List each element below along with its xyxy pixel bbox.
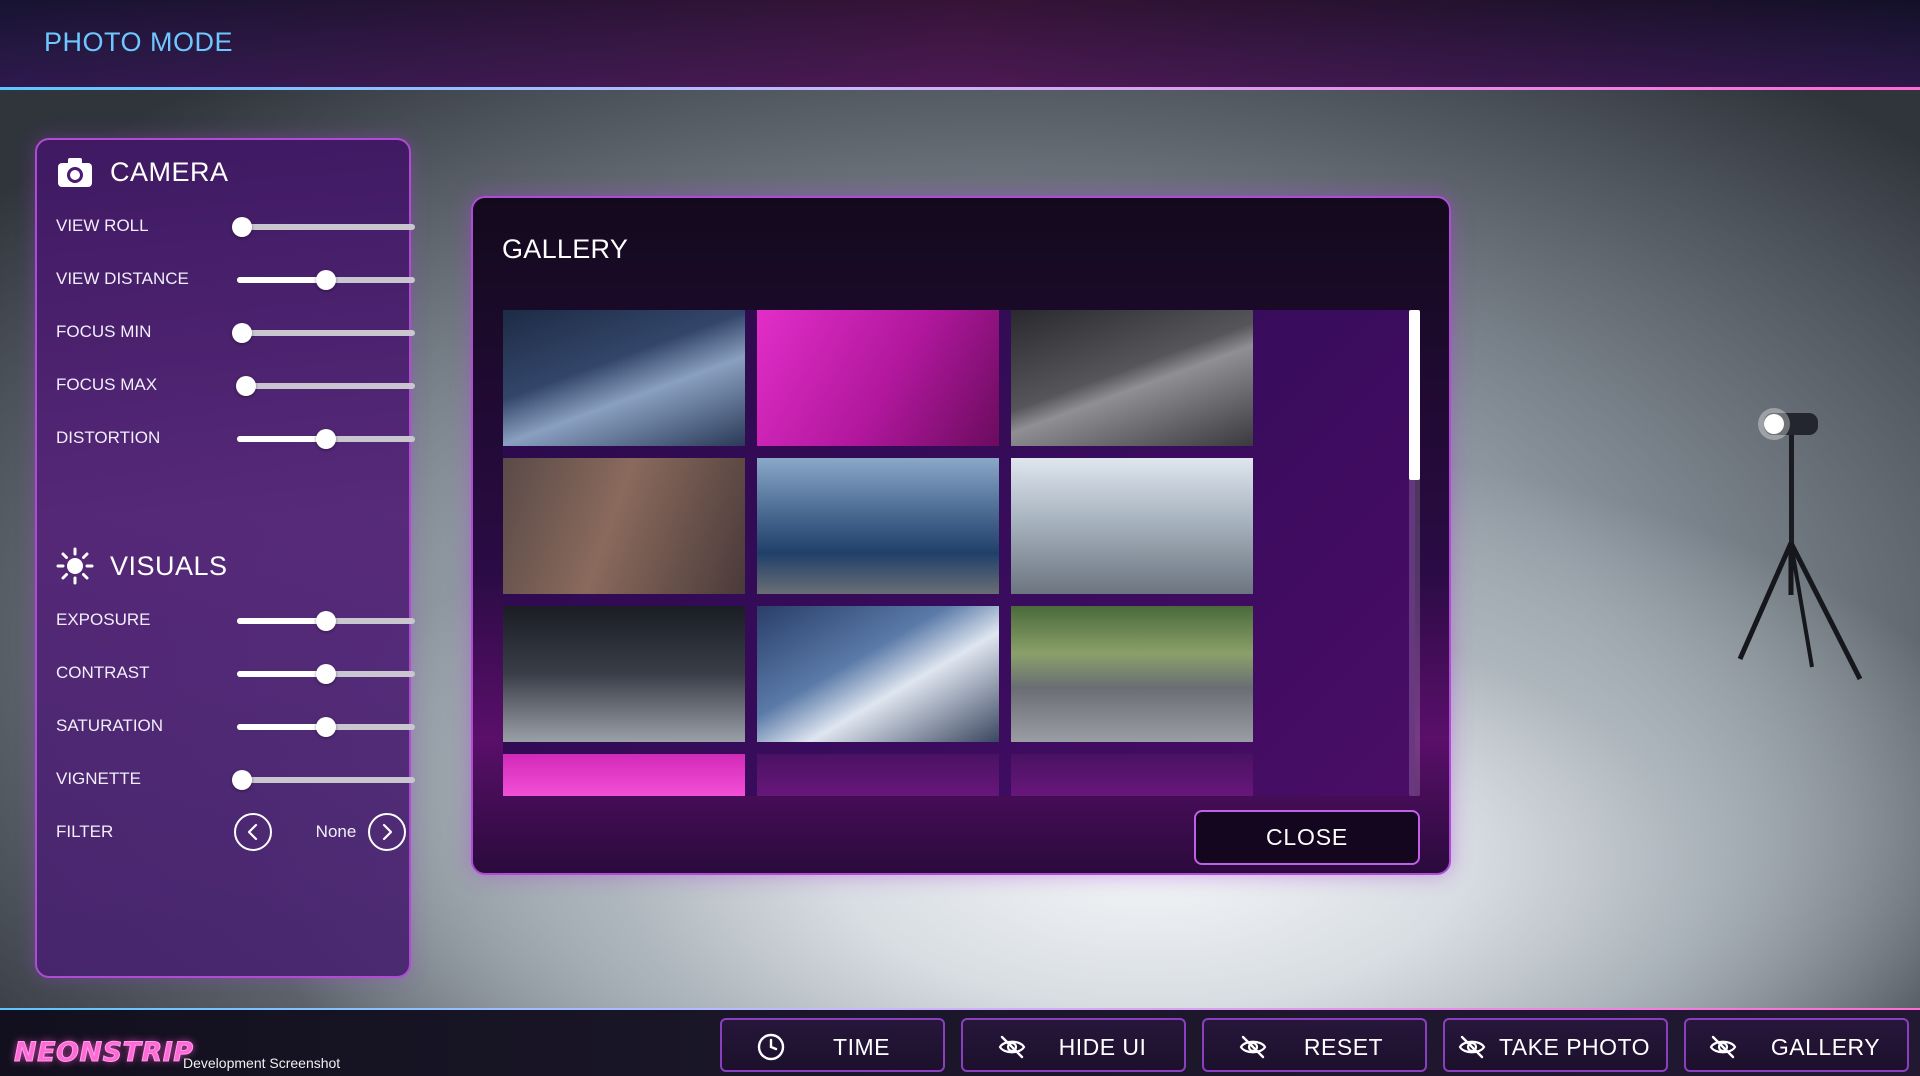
slider-label: DISTORTION <box>56 428 161 447</box>
thumb-motorcycle[interactable] <box>1011 606 1253 742</box>
visuals-section-header: VISUALS <box>56 547 228 585</box>
thumb-hallway[interactable] <box>1011 310 1253 446</box>
slider-label: VIEW ROLL <box>56 216 149 235</box>
slider-handle[interactable] <box>232 770 253 790</box>
thumb-blue-skirt[interactable] <box>757 458 999 594</box>
hide-ui-button-label: HIDE UI <box>1058 1034 1147 1060</box>
light-stand-prop <box>1737 408 1863 681</box>
slider-fill <box>237 671 326 677</box>
dev-screenshot-note: Development Screenshot <box>183 1055 341 1071</box>
clock-icon <box>757 1033 785 1061</box>
hide-ui-button[interactable]: HIDE UI <box>961 1018 1186 1072</box>
slider-label: CONTRAST <box>56 663 150 682</box>
take-photo-button-label: TAKE PHOTO <box>1498 1034 1651 1060</box>
top-bar: PHOTO MODE <box>0 0 1920 90</box>
slider-handle[interactable] <box>316 270 336 290</box>
slider-label: VIGNETTE <box>56 769 142 788</box>
slider-fill <box>237 277 326 283</box>
focus-min-slider[interactable] <box>232 323 415 343</box>
eye-slash-icon <box>1709 1035 1737 1059</box>
slider-row-exposure: EXPOSURE <box>56 604 415 634</box>
saturation-slider[interactable] <box>237 717 415 737</box>
time-button[interactable]: TIME <box>720 1018 945 1072</box>
eye-slash-icon <box>1239 1035 1267 1059</box>
filter-prev-button[interactable] <box>234 813 272 851</box>
eye-slash-icon <box>1458 1035 1486 1059</box>
gallery-dialog: GALLERY CLOSE <box>471 196 1451 875</box>
slider-row-view-distance: VIEW DISTANCE <box>56 263 415 293</box>
slider-handle[interactable] <box>232 323 253 343</box>
view-roll-slider[interactable] <box>232 217 415 237</box>
filter-label: FILTER <box>56 822 114 841</box>
thumb-magenta-figure[interactable] <box>757 310 999 446</box>
slider-label: VIEW DISTANCE <box>56 269 189 288</box>
slider-fill <box>237 436 326 442</box>
slider-handle[interactable] <box>232 217 253 237</box>
slider-row-distortion: DISTORTION <box>56 422 415 452</box>
slider-row-focus-min: FOCUS MIN <box>56 316 415 346</box>
vignette-slider[interactable] <box>232 770 415 790</box>
distortion-slider[interactable] <box>237 429 415 449</box>
thumb-sports-car[interactable] <box>757 606 999 742</box>
game-logo: NEONSTRIP <box>14 1037 194 1069</box>
settings-panel: CAMERA VIEW ROLL VIEW DISTANCE FOCUS MIN… <box>35 138 415 978</box>
gallery-grid[interactable] <box>503 310 1415 796</box>
sun-icon <box>56 547 94 585</box>
gallery-title: GALLERY <box>502 234 629 264</box>
thumb-walking-street[interactable] <box>1011 458 1253 594</box>
reset-button[interactable]: RESET <box>1202 1018 1427 1072</box>
gallery-button-label: GALLERY <box>1770 1034 1881 1060</box>
filter-next-button[interactable] <box>368 813 406 851</box>
slider-fill <box>237 618 326 624</box>
time-button-label: TIME <box>833 1034 890 1060</box>
slider-row-saturation: SATURATION <box>56 710 415 740</box>
slider-label: EXPOSURE <box>56 610 151 629</box>
focus-max-slider[interactable] <box>235 376 415 396</box>
close-button[interactable]: CLOSE <box>1194 810 1420 865</box>
eye-slash-icon <box>998 1035 1026 1059</box>
gallery-button[interactable]: GALLERY <box>1684 1018 1909 1072</box>
reset-button-label: RESET <box>1303 1034 1384 1060</box>
visuals-section-title: VISUALS <box>110 550 228 581</box>
slider-fill <box>237 724 326 730</box>
slider-handle[interactable] <box>316 664 336 684</box>
thumb-neon-stage-1[interactable] <box>503 754 745 796</box>
gallery-scrollbar-thumb[interactable] <box>1409 310 1420 480</box>
thumb-showroom[interactable] <box>503 606 745 742</box>
filter-value: None <box>315 822 357 841</box>
slider-row-focus-max: FOCUS MAX <box>56 369 415 399</box>
slider-label: FOCUS MIN <box>56 322 152 341</box>
slider-handle[interactable] <box>235 376 256 396</box>
camera-section-title: CAMERA <box>110 156 229 187</box>
filter-row: FILTER None <box>56 813 406 851</box>
take-photo-button[interactable]: TAKE PHOTO <box>1443 1018 1668 1072</box>
camera-icon <box>58 158 92 187</box>
slider-handle[interactable] <box>316 611 336 631</box>
slider-row-view-roll: VIEW ROLL <box>56 210 415 240</box>
camera-section-header: CAMERA <box>56 153 229 191</box>
contrast-slider[interactable] <box>237 664 415 684</box>
slider-handle[interactable] <box>316 717 336 737</box>
thumb-portrait[interactable] <box>503 458 745 594</box>
slider-handle[interactable] <box>316 429 336 449</box>
exposure-slider[interactable] <box>237 611 415 631</box>
view-distance-slider[interactable] <box>237 270 415 290</box>
thumb-neon-stage-3[interactable] <box>1011 754 1253 796</box>
thumb-neon-stage-2[interactable] <box>757 754 999 796</box>
page-title: PHOTO MODE <box>44 27 234 57</box>
slider-row-contrast: CONTRAST <box>56 657 415 687</box>
slider-label: SATURATION <box>56 716 164 735</box>
gallery-scrollbar[interactable] <box>1409 310 1420 796</box>
chevron-left-icon <box>247 823 258 841</box>
thumb-street-low-angle[interactable] <box>503 310 745 446</box>
slider-row-vignette: VIGNETTE <box>56 763 415 793</box>
chevron-right-icon <box>382 823 393 841</box>
slider-label: FOCUS MAX <box>56 375 158 394</box>
